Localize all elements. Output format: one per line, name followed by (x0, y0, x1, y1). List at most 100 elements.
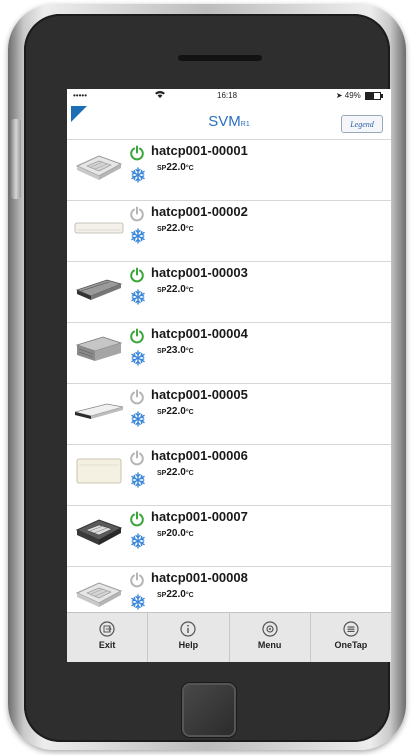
power-icon[interactable] (129, 450, 145, 466)
unit-name: hatcp001-00002 (151, 204, 248, 219)
unit-setpoint: SP22.0°C (157, 589, 194, 600)
power-icon[interactable] (129, 145, 145, 161)
unit-row[interactable]: hatcp001-00005 SP22.0°C (67, 384, 391, 445)
snowflake-icon (130, 472, 146, 488)
unit-row[interactable]: hatcp001-00002 SP22.0°C (67, 201, 391, 262)
unit-setpoint: SP20.0°C (157, 528, 194, 539)
setpoint-value: 22.0 (166, 406, 186, 417)
home-button[interactable] (182, 683, 236, 737)
unit-image-cassette (73, 577, 125, 609)
info-icon (180, 621, 196, 637)
snowflake-icon (130, 228, 146, 244)
signal-indicator: ••••• (73, 91, 88, 100)
snowflake-icon (130, 411, 146, 427)
setpoint-unit: °C (185, 409, 194, 416)
power-icon[interactable] (129, 267, 145, 283)
menu-gear-icon (262, 621, 278, 637)
unit-setpoint: SP22.0°C (157, 467, 194, 478)
unit-name: hatcp001-00006 (151, 448, 248, 463)
setpoint-unit: °C (185, 226, 194, 233)
setpoint-unit: °C (185, 165, 194, 172)
snowflake-icon (130, 533, 146, 549)
setpoint-value: 23.0 (166, 345, 186, 356)
power-icon[interactable] (129, 328, 145, 344)
unit-setpoint: SP22.0°C (157, 406, 194, 417)
tab-label: Exit (98, 640, 116, 650)
tab-label: Help (178, 640, 199, 650)
unit-image-ducted-box (73, 333, 125, 365)
battery-icon (365, 91, 383, 100)
unit-name: hatcp001-00008 (151, 570, 248, 585)
snowflake-icon (130, 289, 146, 305)
setpoint-value: 22.0 (166, 284, 186, 295)
setpoint-value: 22.0 (166, 467, 186, 478)
unit-image-floor (73, 455, 125, 487)
exit-icon (99, 621, 115, 637)
unit-setpoint: SP23.0°C (157, 345, 194, 356)
setpoint-value: 22.0 (166, 589, 186, 600)
unit-name: hatcp001-00005 (151, 387, 248, 402)
unit-name: hatcp001-00001 (151, 143, 248, 158)
unit-name: hatcp001-00003 (151, 265, 248, 280)
setpoint-unit: °C (185, 348, 194, 355)
unit-row[interactable]: hatcp001-00001 SP22.0°C (67, 140, 391, 201)
tab-label: Menu (257, 640, 282, 650)
tab-menu[interactable]: Menu (230, 613, 311, 662)
unit-row[interactable]: hatcp001-00006 SP22.0°C (67, 445, 391, 506)
tab-onetap[interactable]: OneTap (311, 613, 391, 662)
setpoint-prefix: SP (157, 287, 167, 294)
setpoint-value: 22.0 (166, 162, 186, 173)
snowflake-icon (130, 594, 146, 610)
legend-button[interactable]: Legend (341, 115, 383, 133)
unit-name: hatcp001-00007 (151, 509, 248, 524)
setpoint-value: 20.0 (166, 528, 186, 539)
battery-indicator: ➤ 49% (335, 91, 383, 100)
nav-bar: SVMR1 Legend (67, 103, 391, 140)
snowflake-icon (130, 167, 146, 183)
side-button (11, 119, 21, 199)
setpoint-prefix: SP (157, 531, 167, 538)
setpoint-prefix: SP (157, 165, 167, 172)
setpoint-unit: °C (185, 470, 194, 477)
setpoint-prefix: SP (157, 409, 167, 416)
list-icon (343, 621, 359, 637)
setpoint-prefix: SP (157, 592, 167, 599)
setpoint-prefix: SP (157, 226, 167, 233)
title-suffix: R1 (240, 121, 250, 128)
wifi-icon (155, 90, 165, 100)
snowflake-icon (130, 350, 146, 366)
unit-image-duct (73, 272, 125, 304)
unit-image-cassette-dark (73, 516, 125, 548)
setpoint-value: 22.0 (166, 223, 186, 234)
location-icon: ➤ (335, 91, 343, 100)
tab-label: OneTap (334, 640, 368, 650)
unit-image-cassette (73, 150, 125, 182)
setpoint-prefix: SP (157, 348, 167, 355)
power-icon[interactable] (129, 206, 145, 222)
status-bar: ••••• 16:18 ➤ 49% (67, 89, 391, 103)
setpoint-prefix: SP (157, 470, 167, 477)
status-time: 16:18 (217, 91, 238, 100)
unit-setpoint: SP22.0°C (157, 223, 194, 234)
unit-row[interactable]: hatcp001-00004 SP23.0°C (67, 323, 391, 384)
unit-list: hatcp001-00001 SP22.0°C hatcp001-00002 SP22… (67, 140, 391, 628)
setpoint-unit: °C (185, 592, 194, 599)
speaker-grille (178, 55, 262, 61)
battery-level: 49% (344, 91, 361, 100)
unit-row[interactable]: hatcp001-00007 SP20.0°C (67, 506, 391, 567)
setpoint-unit: °C (185, 531, 194, 538)
unit-setpoint: SP22.0°C (157, 162, 194, 173)
tab-help[interactable]: Help (148, 613, 230, 662)
title-text: SVM (208, 113, 241, 130)
tab-bar: Exit Help Menu OneTap (67, 612, 391, 662)
power-icon[interactable] (129, 511, 145, 527)
unit-setpoint: SP22.0°C (157, 284, 194, 295)
app-screen: ••••• 16:18 ➤ 49% SVMR1 Legend hatcp001-… (67, 89, 391, 662)
unit-row[interactable]: hatcp001-00003 SP22.0°C (67, 262, 391, 323)
unit-name: hatcp001-00004 (151, 326, 248, 341)
power-icon[interactable] (129, 572, 145, 588)
unit-image-wall (73, 211, 125, 243)
power-icon[interactable] (129, 389, 145, 405)
setpoint-unit: °C (185, 287, 194, 294)
tab-exit[interactable]: Exit (67, 613, 149, 662)
